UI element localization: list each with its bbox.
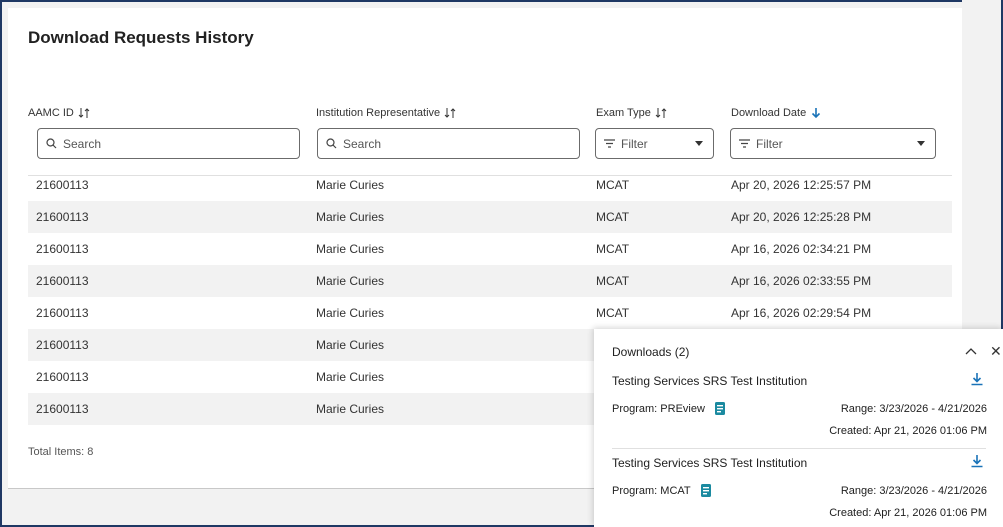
- download-range: Range: 3/23/2026 - 4/21/2026: [840, 485, 987, 497]
- download-icon[interactable]: [969, 371, 985, 387]
- table-row[interactable]: 21600113 Marie Curies MCAT Apr 20, 2026 …: [28, 169, 952, 201]
- table-row[interactable]: 21600113 Marie Curies MCAT Apr 16, 2026 …: [28, 265, 952, 297]
- rep-search-field[interactable]: [317, 128, 580, 159]
- downloads-separator: [612, 448, 986, 449]
- file-icon[interactable]: [713, 401, 727, 416]
- table-row[interactable]: 21600113 Marie Curies MCAT Apr 16, 2026 …: [28, 297, 952, 329]
- download-program: Program: PREview: [612, 401, 727, 416]
- downloads-title: Downloads (2): [612, 345, 690, 359]
- download-date-filter-select[interactable]: Filter: [730, 128, 936, 159]
- page-title: Download Requests History: [28, 28, 254, 47]
- aamc-id-search-input[interactable]: [63, 136, 263, 151]
- filter-icon: [604, 139, 615, 148]
- downloads-panel: Downloads (2) ✕ Testing Services SRS Tes…: [594, 329, 1003, 527]
- download-created: Created: Apr 21, 2026 01:06 PM: [829, 425, 987, 437]
- caret-down-icon: [695, 141, 703, 146]
- chevron-up-icon[interactable]: [964, 344, 978, 358]
- download-icon[interactable]: [969, 453, 985, 469]
- download-institution: Testing Services SRS Test Institution: [612, 456, 808, 470]
- aamc-id-search-field[interactable]: [37, 128, 300, 159]
- total-items-label: Total Items: 8: [28, 446, 94, 458]
- exam-type-filter-select[interactable]: Filter: [595, 128, 714, 159]
- download-created: Created: Apr 21, 2026 01:06 PM: [829, 507, 987, 519]
- download-program: Program: MCAT: [612, 483, 713, 498]
- sort-icon: [444, 108, 456, 118]
- column-header-download-date[interactable]: Download Date: [731, 107, 822, 119]
- download-item: Testing Services SRS Test Institution Pr…: [594, 371, 1003, 449]
- rep-search-input[interactable]: [343, 136, 543, 151]
- table-row[interactable]: 21600113 Marie Curies MCAT Apr 16, 2026 …: [28, 233, 952, 265]
- download-item: Testing Services SRS Test Institution Pr…: [594, 453, 1003, 527]
- close-icon[interactable]: ✕: [990, 343, 1002, 360]
- column-header-aamc-id[interactable]: AAMC ID: [28, 107, 90, 119]
- sort-desc-icon: [812, 108, 821, 119]
- table-row[interactable]: 21600113 Marie Curies MCAT Apr 20, 2026 …: [28, 201, 952, 233]
- file-icon[interactable]: [699, 483, 713, 498]
- search-icon: [326, 138, 337, 149]
- search-icon: [46, 138, 57, 149]
- download-range: Range: 3/23/2026 - 4/21/2026: [840, 403, 987, 415]
- sort-icon: [78, 108, 90, 118]
- caret-down-icon: [917, 141, 925, 146]
- column-header-exam-type[interactable]: Exam Type: [596, 107, 667, 119]
- filter-icon: [739, 139, 750, 148]
- sort-icon: [655, 108, 667, 118]
- column-header-institution-representative[interactable]: Institution Representative: [316, 107, 456, 119]
- download-institution: Testing Services SRS Test Institution: [612, 374, 808, 388]
